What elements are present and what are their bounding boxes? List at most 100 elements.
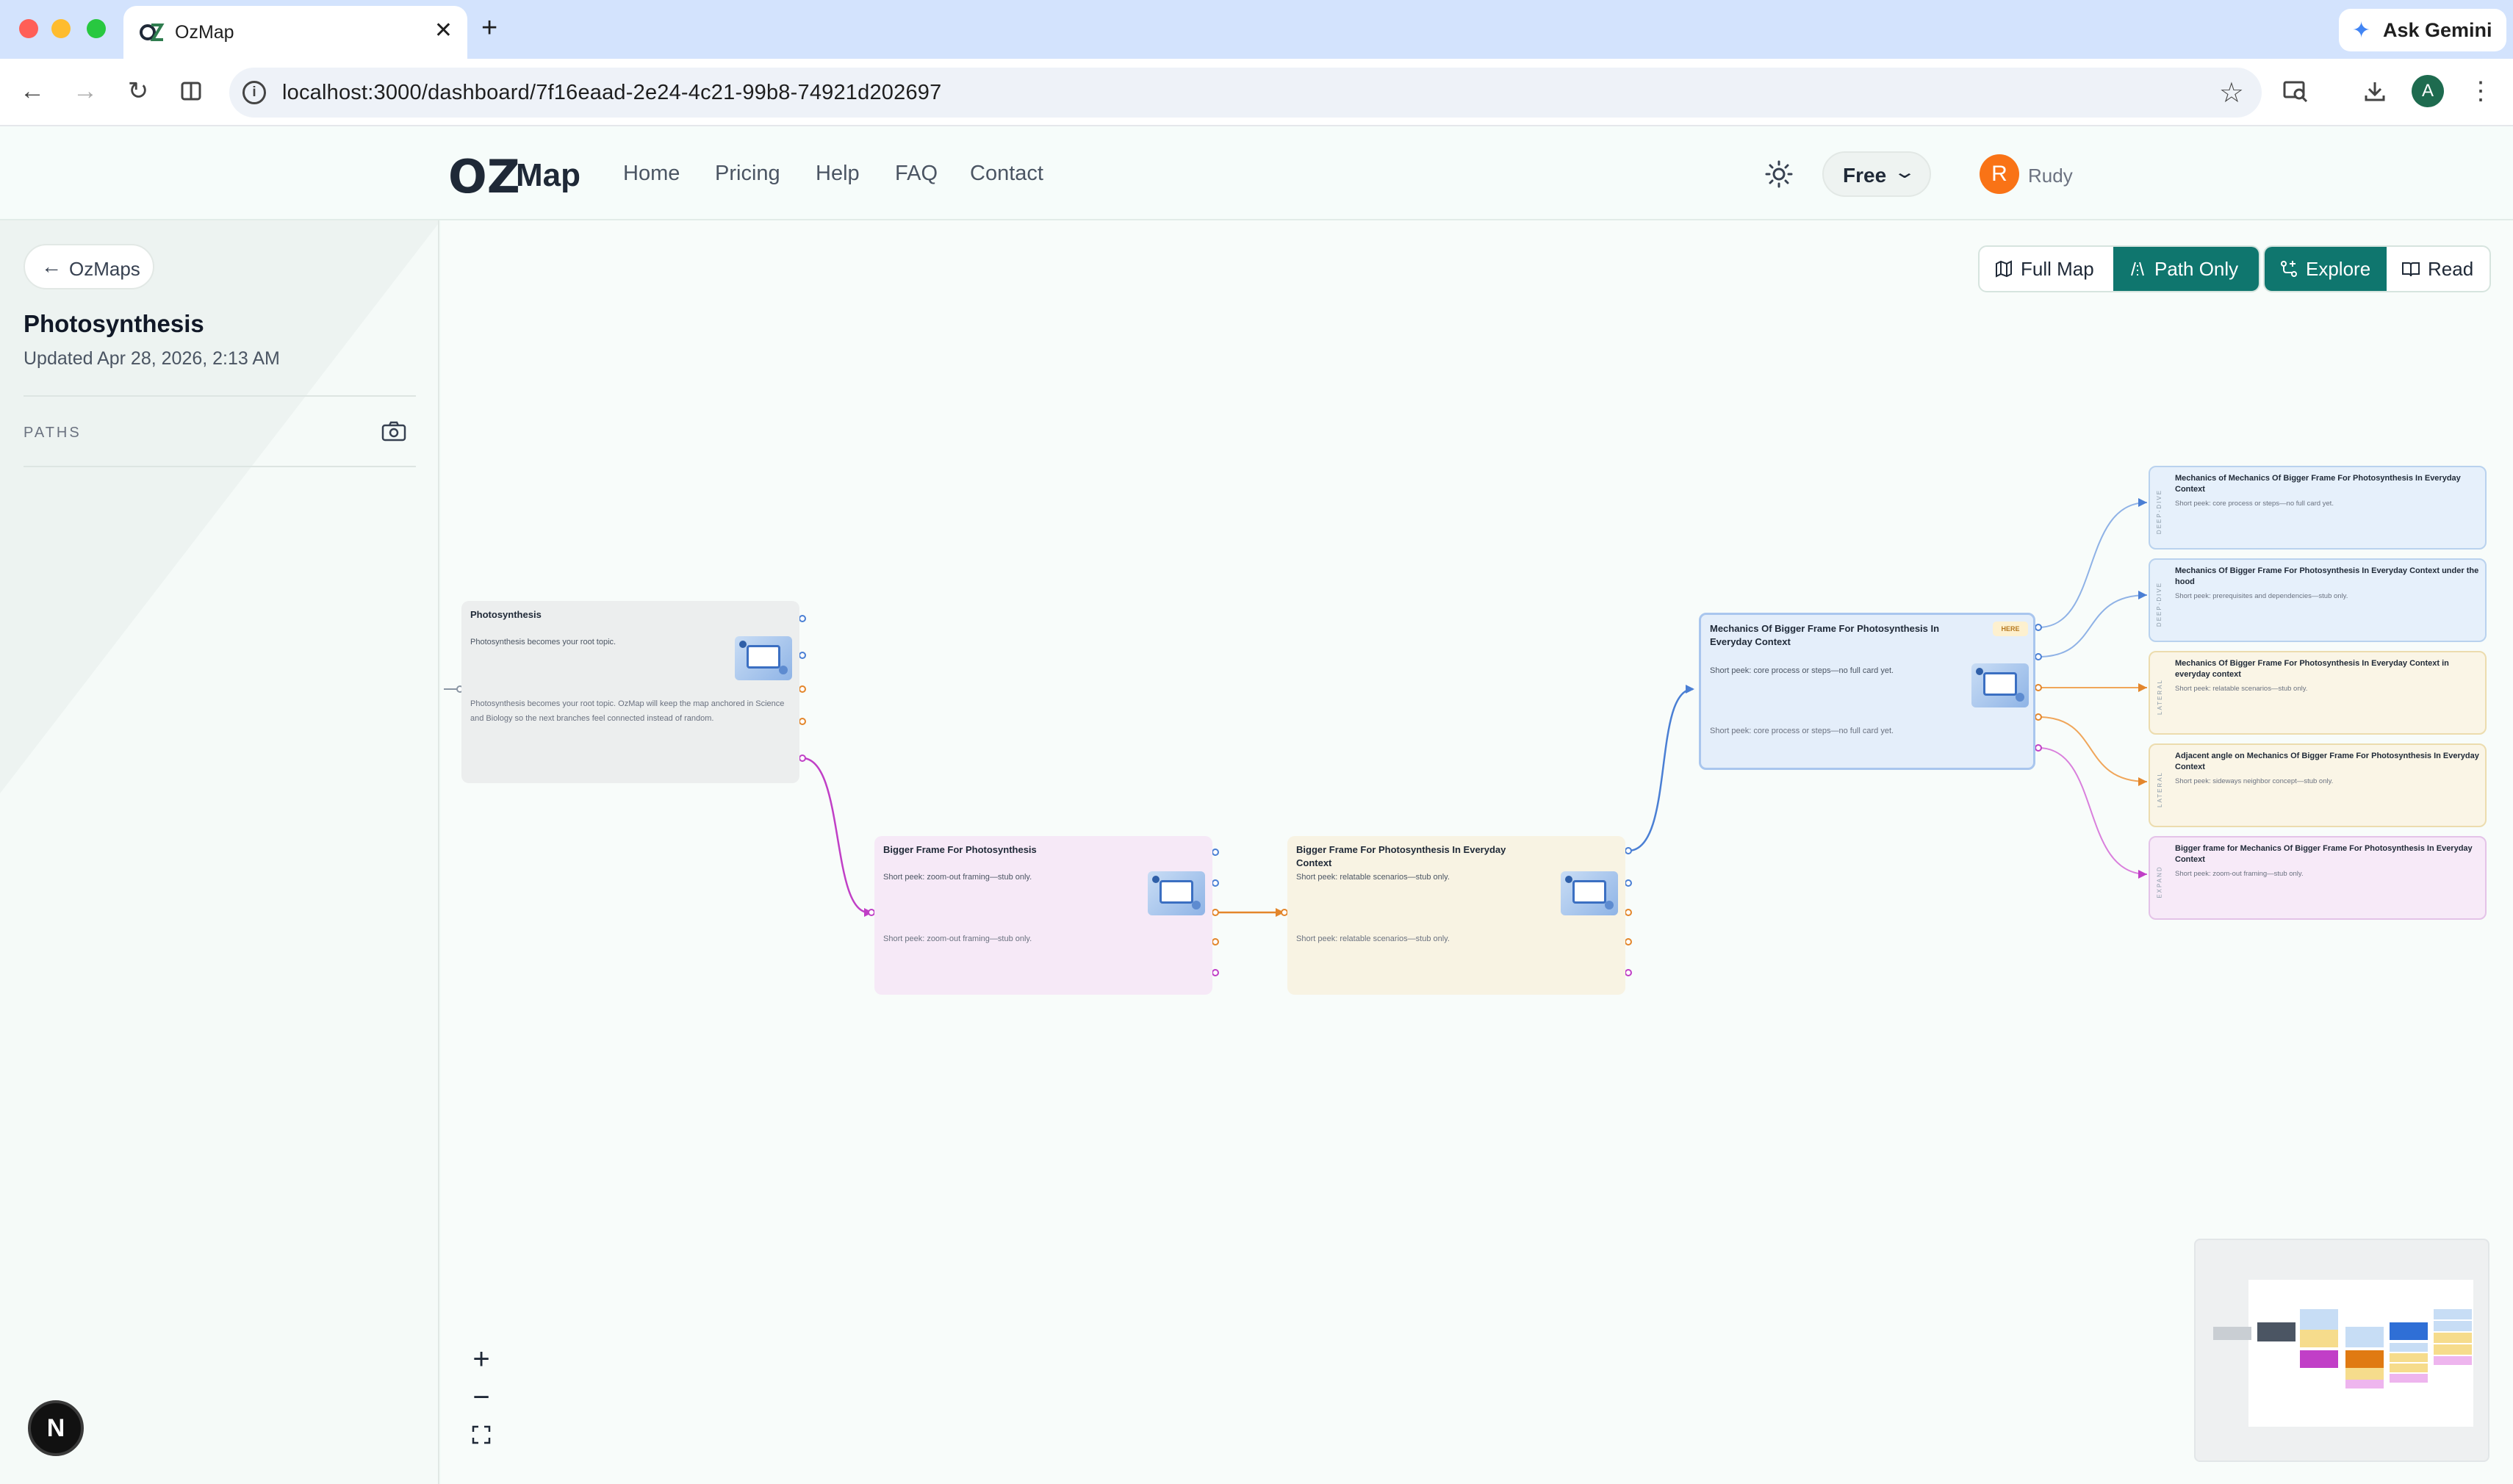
- maximize-window-button[interactable]: [87, 19, 106, 38]
- node-thumbnail-illustration: [1148, 871, 1205, 915]
- path-only-label: Path Only: [2154, 257, 2239, 280]
- nav-home[interactable]: Home: [623, 162, 680, 186]
- split-view-icon[interactable]: [173, 73, 209, 109]
- node-peek: Short peek: relatable scenarios—stub onl…: [1296, 873, 1450, 882]
- nextjs-dev-badge[interactable]: N: [28, 1400, 84, 1456]
- branch-peek: Short peek: core process or steps—no ful…: [2175, 500, 2334, 508]
- node-peek: Photosynthesis becomes your root topic.: [470, 638, 616, 646]
- ozmap-logo[interactable]: OZ Map: [448, 150, 580, 203]
- zoom-out-button[interactable]: −: [459, 1378, 504, 1416]
- back-arrow-icon: ←: [41, 255, 62, 278]
- gemini-sparkle-icon: ✦: [2352, 18, 2371, 43]
- close-tab-icon[interactable]: ✕: [434, 18, 453, 43]
- node-title: Photosynthesis: [470, 609, 542, 620]
- browser-tab-bar: OzMap ✕ + ✦ Ask Gemini: [0, 0, 2513, 59]
- explore-label: Explore: [2306, 257, 2371, 280]
- branch-title: Bigger frame for Mechanics Of Bigger Fra…: [2175, 844, 2473, 864]
- branch-peek: Short peek: sideways neighbor concept—st…: [2175, 777, 2334, 785]
- plan-dropdown[interactable]: Free ⌄: [1822, 151, 1931, 197]
- here-badge: HERE: [1993, 622, 2028, 636]
- nav-pricing[interactable]: Pricing: [715, 162, 780, 186]
- sidebar: ← OzMaps Photosynthesis Updated Apr 28, …: [0, 220, 439, 1484]
- nav-help[interactable]: Help: [816, 162, 860, 186]
- fit-view-button[interactable]: [459, 1416, 504, 1455]
- browser-profile-avatar[interactable]: A: [2412, 75, 2444, 107]
- node-thumbnail-illustration: [735, 636, 792, 680]
- browser-tab[interactable]: OzMap ✕: [123, 6, 467, 59]
- node-peek-secondary: Short peek: core process or steps—no ful…: [1710, 727, 1894, 735]
- node-everyday-context[interactable]: Bigger Frame For Photosynthesis In Every…: [1287, 836, 1625, 995]
- browser-menu-icon[interactable]: ⋮: [2463, 73, 2498, 109]
- node-title: Mechanics Of Bigger Frame For Photosynth…: [1710, 623, 1940, 647]
- node-thumbnail-illustration: [1561, 871, 1618, 915]
- reload-icon[interactable]: ↻: [121, 73, 156, 109]
- branch-node[interactable]: DEEP-DIVE Mechanics Of Bigger Frame For …: [2149, 558, 2487, 642]
- node-title: Bigger Frame For Photosynthesis: [883, 844, 1037, 855]
- branch-node[interactable]: EXPAND Bigger frame for Mechanics Of Big…: [2149, 836, 2487, 920]
- minimize-window-button[interactable]: [51, 19, 71, 38]
- site-info-icon[interactable]: i: [242, 81, 266, 104]
- read-button[interactable]: Read: [2387, 247, 2489, 291]
- node-root[interactable]: Photosynthesis Photosynthesis becomes yo…: [461, 601, 799, 783]
- logo-mark: OZ: [448, 150, 520, 203]
- new-tab-button[interactable]: +: [481, 12, 497, 44]
- read-label: Read: [2428, 257, 2474, 280]
- sidebar-divider: [24, 395, 416, 397]
- branch-node[interactable]: DEEP-DIVE Mechanics of Mechanics Of Bigg…: [2149, 466, 2487, 550]
- map-title: Photosynthesis: [24, 310, 204, 337]
- full-map-button[interactable]: Full Map: [1980, 247, 2113, 291]
- zoom-in-button[interactable]: +: [459, 1340, 504, 1378]
- branch-peek: Short peek: zoom-out framing—stub only.: [2175, 870, 2304, 878]
- node-title: Bigger Frame For Photosynthesis In Every…: [1296, 844, 1506, 868]
- plan-label: Free: [1843, 164, 1887, 187]
- node-peek: Short peek: zoom-out framing—stub only.: [883, 873, 1032, 882]
- bookmark-star-icon[interactable]: ☆: [2219, 76, 2244, 109]
- ask-gemini-button[interactable]: ✦ Ask Gemini: [2339, 9, 2506, 51]
- back-arrow-icon[interactable]: ←: [15, 73, 50, 109]
- theme-toggle-sun-icon[interactable]: [1764, 159, 1794, 190]
- path-only-button[interactable]: Path Only: [2113, 247, 2259, 291]
- logo-text: Map: [516, 157, 580, 193]
- branch-peek: Short peek: prerequisites and dependenci…: [2175, 592, 2348, 600]
- branch-peek: Short peek: relatable scenarios—stub onl…: [2175, 685, 2308, 693]
- branch-title: Mechanics Of Bigger Frame For Photosynth…: [2175, 566, 2479, 586]
- node-description: Photosynthesis becomes your root topic. …: [470, 699, 785, 723]
- tab-search-icon[interactable]: [2278, 73, 2313, 109]
- back-to-ozmaps-button[interactable]: ← OzMaps: [24, 244, 154, 289]
- chevron-down-icon: ⌄: [1892, 162, 1917, 182]
- node-bigger-frame[interactable]: Bigger Frame For Photosynthesis Short pe…: [874, 836, 1212, 995]
- user-avatar[interactable]: R: [1980, 154, 2019, 194]
- ozmap-favicon-icon: [140, 24, 165, 41]
- tab-title: OzMap: [175, 22, 234, 43]
- node-peek: Short peek: core process or steps—no ful…: [1710, 666, 1894, 675]
- fit-view-icon: [472, 1425, 491, 1444]
- branch-node[interactable]: LATERAL Adjacent angle on Mechanics Of B…: [2149, 743, 2487, 827]
- node-peek-secondary: Short peek: relatable scenarios—stub onl…: [1296, 934, 1450, 943]
- map-updated-timestamp: Updated Apr 28, 2026, 2:13 AM: [24, 348, 280, 369]
- url-text: localhost:3000/dashboard/7f16eaad-2e24-4…: [282, 81, 942, 104]
- branch-tag: DEEP-DIVE: [2156, 489, 2163, 534]
- zoom-controls: + −: [459, 1340, 504, 1458]
- nav-contact[interactable]: Contact: [970, 162, 1043, 186]
- node-mechanics-current[interactable]: Mechanics Of Bigger Frame For Photosynth…: [1699, 613, 2035, 770]
- sidebar-background-shape: [0, 220, 438, 793]
- minimap[interactable]: [2194, 1239, 2489, 1462]
- forward-arrow-icon[interactable]: →: [68, 73, 103, 109]
- branch-tag: DEEP-DIVE: [2156, 581, 2163, 627]
- full-map-label: Full Map: [2021, 257, 2094, 280]
- user-name[interactable]: Rudy: [2028, 165, 2073, 187]
- paths-heading: PATHS: [24, 425, 82, 441]
- branch-title: Mechanics of Mechanics Of Bigger Frame F…: [2175, 474, 2461, 494]
- nav-faq[interactable]: FAQ: [895, 162, 938, 186]
- branch-tag: LATERAL: [2156, 771, 2163, 807]
- close-window-button[interactable]: [19, 19, 38, 38]
- download-icon[interactable]: [2357, 73, 2392, 109]
- camera-icon[interactable]: [381, 420, 407, 442]
- branch-tag: LATERAL: [2156, 678, 2163, 715]
- explore-icon: [2281, 261, 2297, 277]
- node-peek-secondary: Short peek: zoom-out framing—stub only.: [883, 934, 1032, 943]
- address-bar[interactable]: i localhost:3000/dashboard/7f16eaad-2e24…: [229, 68, 2262, 118]
- explore-button[interactable]: Explore: [2265, 247, 2387, 291]
- browser-toolbar: ← → ↻ i localhost:3000/dashboard/7f16eaa…: [0, 59, 2513, 126]
- branch-node[interactable]: LATERAL Mechanics Of Bigger Frame For Ph…: [2149, 651, 2487, 735]
